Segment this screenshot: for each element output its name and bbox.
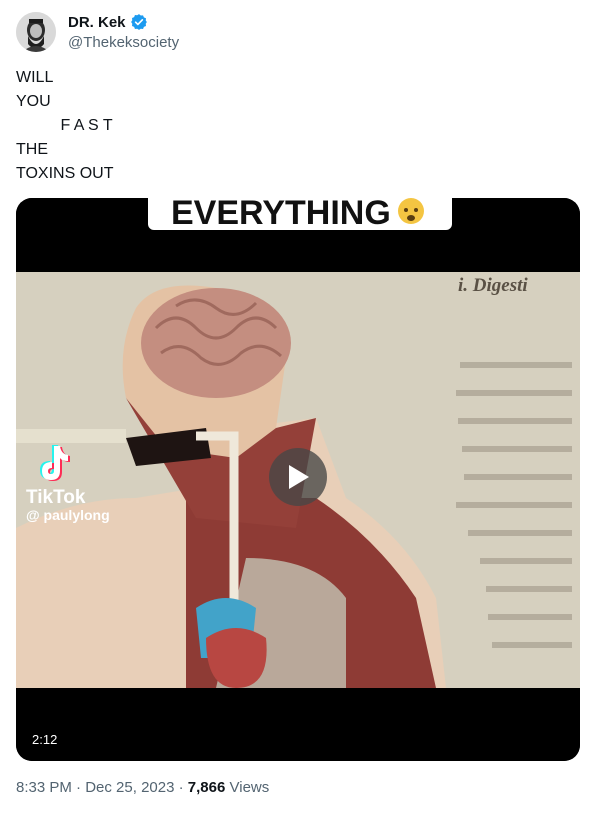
tweet-text: WILL YOU F A S T THE TOXINS OUT <box>16 66 114 186</box>
display-name[interactable]: DR. Kek <box>68 14 126 31</box>
book-heading: i. Digesti <box>458 275 528 296</box>
separator: · <box>71 779 86 796</box>
tweet-line: YOU <box>16 93 51 110</box>
tweet-line: THE <box>16 141 48 158</box>
tweet-line: WILL <box>16 69 54 86</box>
play-button[interactable] <box>269 448 327 506</box>
tweet-line: F A S T <box>16 117 113 134</box>
video-player[interactable]: EVERYTHING i. Digesti TikTok @ paulylong… <box>16 198 580 761</box>
overlay-caption: EVERYTHING <box>171 198 391 232</box>
separator: · <box>174 779 188 796</box>
verified-badge-icon[interactable] <box>130 13 148 31</box>
tiktok-brand: TikTok <box>26 487 86 508</box>
tweet-line: TOXINS OUT <box>16 165 114 182</box>
views-label: Views <box>225 779 270 796</box>
tweet-meta: 8:33 PM · Dec 25, 2023 · 7,866 Views <box>16 779 269 796</box>
play-icon[interactable] <box>286 464 310 490</box>
tweet-header: DR. Kek @Thekeksociety <box>16 10 596 58</box>
tweet-time[interactable]: 8:33 PM <box>16 779 72 796</box>
user-handle[interactable]: @Thekeksociety <box>68 34 179 51</box>
tweet-date[interactable]: Dec 25, 2023 <box>85 779 174 796</box>
video-duration: 2:12 <box>32 732 58 747</box>
tiktok-username: @ paulylong <box>26 507 110 523</box>
avatar[interactable] <box>16 12 56 52</box>
views-count: 7,866 <box>187 779 226 796</box>
